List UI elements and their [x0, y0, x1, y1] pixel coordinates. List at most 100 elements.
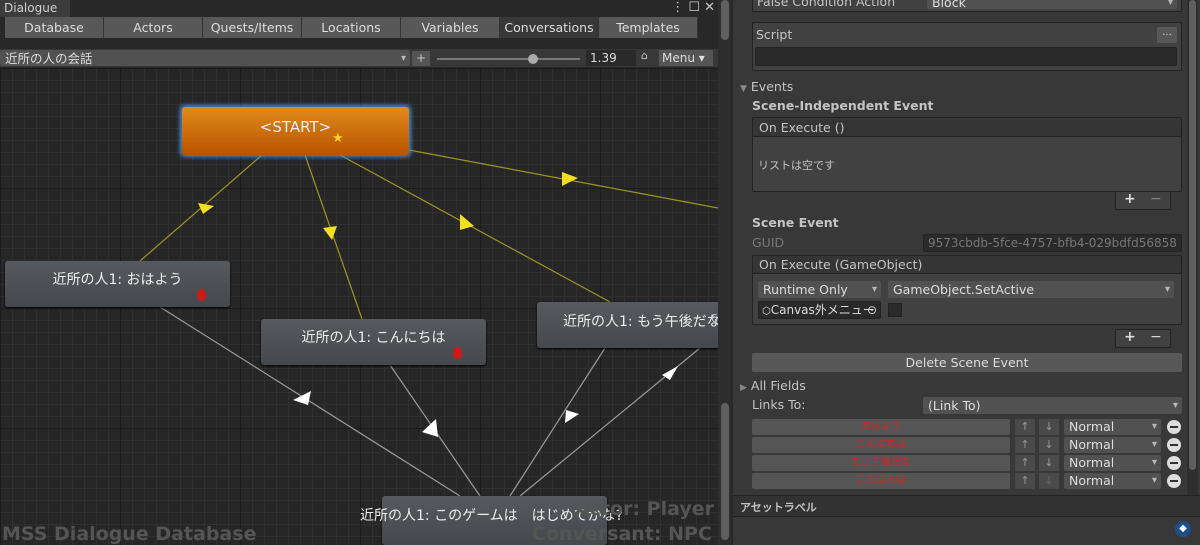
move-down-button[interactable]: ↓: [1039, 419, 1059, 435]
priority-select[interactable]: Normal: [1064, 473, 1161, 489]
guid-field: 9573cbdb-5fce-4757-bfb4-029bdfd56858: [923, 234, 1182, 252]
script-label: Script: [756, 27, 793, 42]
node-label: 近所の人1: おはよう: [52, 272, 183, 288]
priority-select[interactable]: Normal: [1064, 455, 1161, 471]
on-execute-go-label: On Execute (GameObject): [759, 257, 923, 272]
node-label: 近所の人1: こんにちは: [301, 330, 446, 346]
link-name-button[interactable]: こんにちは: [752, 437, 1010, 453]
link-name-button[interactable]: おはよう: [752, 419, 1010, 435]
node-graph-canvas[interactable]: <START> ★ 近所の人1: おはよう 近所の人1: こんにちは 近所の人1…: [0, 68, 718, 545]
tab-quests-items[interactable]: Quests/Items: [203, 17, 302, 38]
arrow-icon: [565, 410, 579, 423]
arrow-icon: [460, 214, 474, 230]
dialogue-node[interactable]: 近所の人1: おはよう: [5, 261, 230, 307]
link-name-button[interactable]: こんばんは: [752, 473, 1010, 489]
move-down-button[interactable]: ↓: [1039, 473, 1059, 489]
runtime-select[interactable]: Runtime Only: [758, 281, 881, 298]
add-item-button[interactable]: +: [1124, 329, 1136, 345]
move-down-button[interactable]: ↓: [1039, 455, 1059, 471]
link-start-konnichiwa: [304, 154, 363, 320]
scrollbar-thumb[interactable]: [1189, 0, 1196, 470]
link-mou-game: [509, 347, 606, 497]
links-to-select[interactable]: (Link To): [923, 397, 1182, 414]
script-input[interactable]: [755, 47, 1177, 66]
all-fields-foldout[interactable]: ▶ All Fields: [740, 378, 806, 393]
asset-label-heading: アセットラベル: [740, 501, 817, 514]
false-condition-label: False Condition Action: [757, 0, 896, 9]
zoom-slider[interactable]: [437, 58, 580, 60]
gameobject-icon: ⬡: [762, 306, 771, 317]
priority-select[interactable]: Normal: [1064, 419, 1161, 435]
tab-actors[interactable]: Actors: [104, 17, 203, 38]
add-item-button[interactable]: +: [1124, 191, 1136, 207]
add-conversation-button[interactable]: +: [412, 51, 430, 66]
script-edit-button[interactable]: ...: [1157, 27, 1177, 43]
link-name-button[interactable]: もう午後だな: [752, 455, 1010, 471]
object-field[interactable]: ⬡Canvas外メニュー ⊙: [758, 301, 881, 319]
remove-item-button[interactable]: −: [1150, 329, 1162, 345]
lock-icon[interactable]: ⌂: [641, 49, 648, 62]
caret-right-icon: ▶: [740, 383, 747, 393]
object-picker-icon[interactable]: ⊙: [867, 302, 877, 318]
scrollbar-thumb[interactable]: [721, 0, 729, 40]
dialogue-node[interactable]: 近所の人1: もう午後だな: [537, 302, 718, 348]
guid-label: GUID: [752, 235, 785, 250]
tab-templates[interactable]: Templates: [599, 17, 698, 38]
menu-button[interactable]: Menu ▾: [659, 50, 713, 66]
dialogue-editor: Dialogue ⋮ ☐ ✕ Database Actors Quests/It…: [0, 0, 733, 545]
list-empty-text: リストは空です: [758, 159, 835, 172]
arrow-icon: [422, 419, 438, 437]
false-condition-select[interactable]: Block: [927, 0, 1177, 11]
scrollbar-thumb[interactable]: [721, 403, 729, 540]
link-row: もう午後だな ↑ ↓ Normal: [752, 455, 1182, 471]
tag-icon[interactable]: ◆: [1175, 521, 1191, 537]
tab-database[interactable]: Database: [5, 17, 104, 38]
actor-label: Actor: Player: [575, 498, 715, 520]
caret-down-icon: ▼: [740, 84, 747, 94]
dialogue-node[interactable]: 近所の人1: こんにちは: [261, 319, 486, 365]
conversation-select[interactable]: 近所の人の会話: [0, 50, 410, 67]
active-checkbox[interactable]: [888, 303, 902, 317]
zoom-slider-handle[interactable]: [528, 54, 538, 64]
tab-locations[interactable]: Locations: [302, 17, 401, 38]
move-up-button[interactable]: ↑: [1015, 419, 1035, 435]
start-node-label: <START>: [259, 118, 332, 136]
arrow-icon: [562, 172, 578, 186]
all-fields-label: All Fields: [750, 378, 806, 393]
edge-count: 6: [711, 312, 718, 325]
conversant-label: Conversant: NPC: [532, 523, 712, 545]
move-up-button[interactable]: ↑: [1015, 473, 1035, 489]
remove-item-button[interactable]: −: [1150, 191, 1162, 207]
tab-conversations[interactable]: Conversations: [500, 17, 599, 38]
remove-link-icon[interactable]: [1167, 456, 1181, 470]
tab-bar: Database Actors Quests/Items Locations V…: [5, 17, 698, 38]
arrow-icon: [323, 226, 337, 240]
tab-variables[interactable]: Variables: [401, 17, 500, 38]
scene-event-heading: Scene Event: [752, 215, 839, 230]
marker-icon: [453, 347, 462, 359]
link-row: こんばんは ↑ ↓ Normal: [752, 473, 1182, 489]
remove-link-icon[interactable]: [1167, 474, 1181, 488]
move-down-button[interactable]: ↓: [1039, 437, 1059, 453]
remove-link-icon[interactable]: [1167, 420, 1181, 434]
scene-independent-heading: Scene-Independent Event: [752, 98, 934, 113]
priority-select[interactable]: Normal: [1064, 437, 1161, 453]
method-select[interactable]: GameObject.SetActive: [888, 281, 1174, 298]
start-node[interactable]: <START> ★: [182, 107, 409, 155]
star-icon: ★: [332, 131, 344, 146]
move-up-button[interactable]: ↑: [1015, 437, 1035, 453]
link-row: おはよう ↑ ↓ Normal: [752, 419, 1182, 435]
delete-scene-event-button[interactable]: Delete Scene Event: [752, 353, 1182, 372]
marker-icon: [197, 289, 206, 301]
events-label: Events: [750, 79, 794, 94]
events-foldout[interactable]: ▼ Events: [740, 79, 793, 94]
node-label: 近所の人1: もう午後だな: [563, 314, 718, 330]
link-row: こんにちは ↑ ↓ Normal: [752, 437, 1182, 453]
remove-link-icon[interactable]: [1167, 438, 1181, 452]
database-watermark: MSS Dialogue Database: [2, 523, 257, 545]
zoom-value[interactable]: 1.39: [586, 50, 636, 66]
object-name: Canvas外メニュー: [770, 303, 875, 317]
window-controls-icon[interactable]: ⋮ ☐ ✕: [671, 0, 715, 15]
move-up-button[interactable]: ↑: [1015, 455, 1035, 471]
window-title: Dialogue: [0, 0, 70, 17]
